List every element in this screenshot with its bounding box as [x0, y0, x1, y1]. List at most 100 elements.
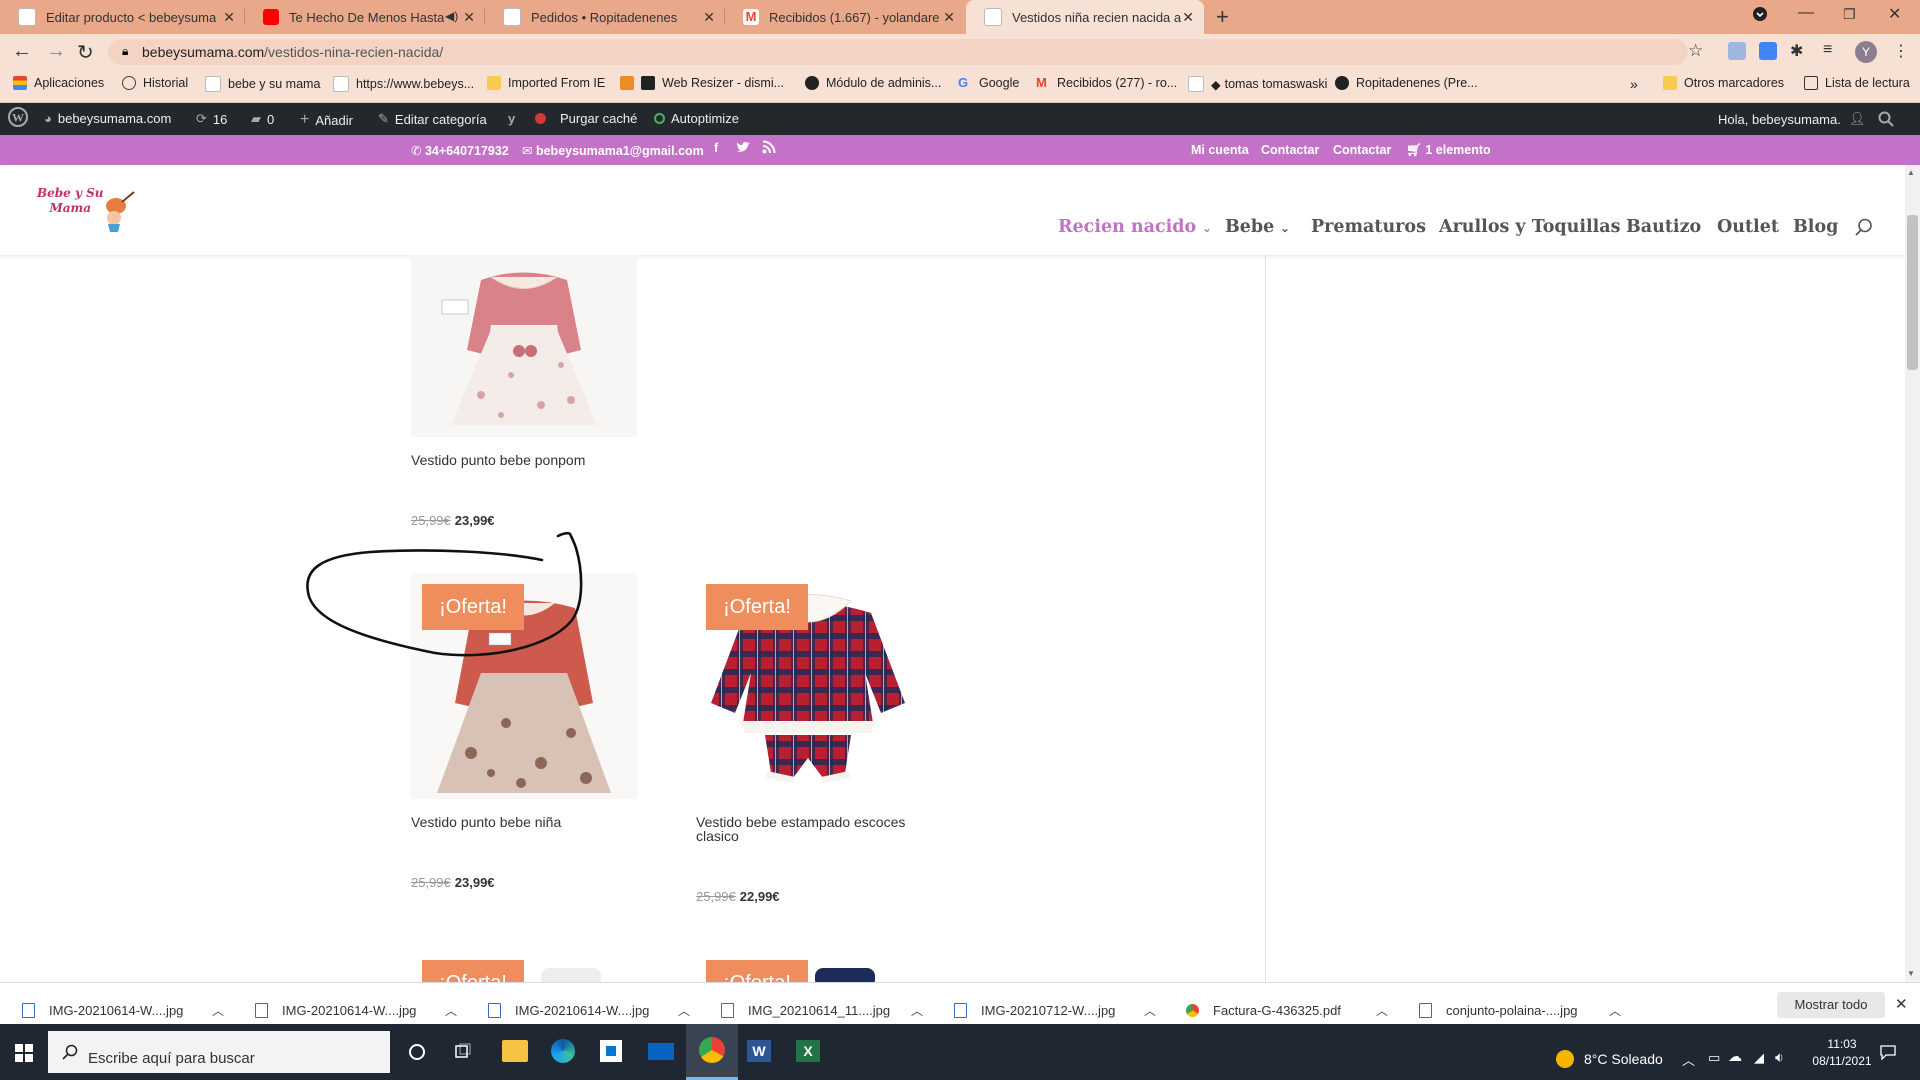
wp-purge-cache[interactable]: Purgar caché — [535, 111, 637, 126]
bookmark-modulo-admin[interactable]: Módulo de adminis... — [805, 76, 941, 90]
bookmark-tomas[interactable]: ◆ tomas tomaswaski — [1188, 76, 1327, 92]
twitter-icon[interactable] — [736, 141, 751, 157]
close-tab-icon[interactable]: ✕ — [943, 9, 955, 26]
profile-avatar[interactable]: Y — [1855, 41, 1877, 63]
word-icon[interactable]: W — [747, 1040, 771, 1062]
nav-blog[interactable]: Blog — [1793, 217, 1838, 237]
facebook-icon[interactable]: f — [714, 141, 718, 155]
chrome-taskbar-active[interactable] — [686, 1024, 738, 1080]
url-text[interactable]: bebeysumama.com/vestidos-nina-recien-nac… — [142, 44, 443, 60]
restore-icon[interactable]: ❐ — [1843, 6, 1856, 23]
download-item[interactable]: IMG-20210712-W....jpg ︿ — [954, 1003, 1156, 1018]
wp-my-account[interactable]: Hola, bebeysumama. 👤︎ — [1718, 111, 1871, 127]
close-window-icon[interactable]: ✕ — [1888, 4, 1901, 24]
mail-icon[interactable] — [648, 1043, 674, 1060]
download-item[interactable]: Factura-G-436325.pdf ︿ — [1186, 1003, 1388, 1018]
nav-outlet[interactable]: Outlet — [1717, 217, 1779, 237]
task-view-icon[interactable] — [454, 1043, 472, 1066]
minimize-icon[interactable]: — — [1798, 4, 1814, 22]
scroll-up-icon[interactable]: ▲ — [1907, 168, 1915, 177]
download-item[interactable]: conjunto-polaina-....jpg ︿ — [1419, 1003, 1621, 1018]
phone-link[interactable]: ✆ 34+640717932 — [411, 143, 509, 158]
close-tab-icon[interactable]: ✕ — [223, 9, 235, 26]
chevron-up-icon[interactable]: ︿ — [911, 1002, 923, 1019]
chevron-up-icon[interactable]: ︿ — [1376, 1002, 1388, 1019]
wp-autoptimize[interactable]: Autoptimize — [654, 111, 739, 126]
chevron-up-icon[interactable]: ︿ — [445, 1002, 457, 1019]
wp-updates[interactable]: ⟳ 16 — [196, 111, 227, 127]
translate-icon[interactable] — [1759, 42, 1777, 60]
rss-icon[interactable] — [762, 140, 776, 157]
meet-icon[interactable]: ▭ — [1708, 1050, 1720, 1066]
reading-list[interactable]: Lista de lectura — [1804, 76, 1910, 90]
close-downloads-icon[interactable]: ✕ — [1895, 995, 1908, 1013]
taskbar-search-placeholder[interactable]: Escribe aquí para buscar — [88, 1050, 255, 1067]
speaker-icon[interactable]: ◀) — [445, 9, 458, 23]
bookmark-bebeys-url[interactable]: https://www.bebeys... — [333, 76, 474, 92]
product-name[interactable]: Vestido punto bebe ponpom — [411, 453, 651, 467]
notifications-icon[interactable] — [1880, 1044, 1896, 1063]
excel-icon[interactable]: X — [796, 1040, 820, 1062]
wp-add-new[interactable]: + Añadir — [300, 111, 353, 129]
wp-site-name[interactable]: ◕ bebeysumama.com — [44, 111, 171, 126]
cart-link[interactable]: 🛒︎ 1 elemento — [1406, 143, 1491, 158]
product-image-partial[interactable]: ¡Oferta! — [695, 958, 921, 982]
bookmark-ropitadenenes[interactable]: Ropitadenenes (Pre... — [1335, 76, 1478, 90]
bookmark-apps[interactable]: Aplicaciones — [13, 76, 104, 90]
nav-recien-nacido[interactable]: Recien nacido ⌄ — [1058, 217, 1212, 237]
bookmark-google[interactable]: G Google — [958, 76, 1019, 91]
email-link[interactable]: ✉ bebeysumama1@gmail.com — [522, 143, 704, 158]
my-account-link[interactable]: Mi cuenta — [1191, 143, 1249, 157]
chevron-up-icon[interactable]: ︿ — [1609, 1002, 1621, 1019]
product-name[interactable]: Vestido punto bebe niña — [411, 815, 651, 829]
download-item[interactable]: IMG-20210614-W....jpg ︿ — [488, 1003, 690, 1018]
network-icon[interactable]: ◢ — [1754, 1050, 1764, 1066]
scroll-down-icon[interactable]: ▼ — [1907, 969, 1915, 978]
chevron-up-icon[interactable]: ︿ — [678, 1002, 690, 1019]
close-tab-icon[interactable]: ✕ — [703, 9, 715, 26]
nav-bebe[interactable]: Bebe ⌄ — [1225, 217, 1290, 237]
new-tab-button[interactable]: + — [1216, 4, 1229, 30]
volume-icon[interactable]: 🔉︎ — [1775, 1049, 1784, 1066]
chevron-up-icon[interactable]: ︿ — [212, 1002, 224, 1019]
contact-link-2[interactable]: Contactar — [1333, 143, 1391, 157]
kebab-menu-icon[interactable]: ⋮ — [1893, 41, 1909, 61]
chevron-up-icon[interactable]: ︿ — [1144, 1002, 1156, 1019]
bookmark-otros[interactable]: Otros marcadores — [1663, 76, 1784, 90]
wp-search-icon[interactable] — [1878, 111, 1894, 127]
yoast-icon[interactable]: y — [508, 111, 521, 126]
site-logo[interactable]: Bebe y Su Mama — [32, 180, 135, 236]
product-name[interactable]: Vestido bebe estampado escoces clasico — [696, 815, 936, 843]
extensions-puzzle-icon[interactable]: ✱ — [1790, 41, 1803, 61]
onedrive-icon[interactable]: ☁ — [1728, 1048, 1742, 1065]
tab-pedidos[interactable]: Pedidos • Ropitadenenes ✕ — [485, 0, 725, 34]
reload-icon[interactable]: ↻ — [77, 40, 94, 65]
forward-icon[interactable]: → — [46, 40, 66, 63]
close-tab-icon[interactable]: ✕ — [463, 9, 475, 26]
bookmark-recibidos[interactable]: M Recibidos (277) - ro... — [1036, 76, 1177, 91]
scrollbar-thumb[interactable] — [1907, 215, 1918, 370]
show-all-downloads-button[interactable]: Mostrar todo — [1777, 992, 1885, 1018]
wordpress-logo-icon[interactable]: W — [8, 107, 28, 127]
edge-browser-icon[interactable] — [551, 1039, 575, 1063]
product-image-partial[interactable]: ¡Oferta! — [411, 958, 637, 982]
store-icon[interactable] — [600, 1040, 622, 1062]
tab-search-icon[interactable] — [1752, 6, 1768, 27]
bookmarks-overflow-icon[interactable]: » — [1630, 76, 1638, 92]
bookmark-web-resizer[interactable]: Web Resizer - dismi... — [620, 76, 784, 90]
tab-youtube[interactable]: Te Hecho De Menos Hasta M ◀) ✕ — [245, 0, 485, 34]
wp-edit-category[interactable]: ✎ Editar categoría — [378, 111, 487, 127]
tab-editar-producto[interactable]: Editar producto < bebeysumama ✕ — [0, 0, 245, 34]
bookmark-historial[interactable]: Historial — [122, 76, 188, 90]
cortana-icon[interactable] — [408, 1043, 426, 1066]
download-item[interactable]: IMG-20210614-W....jpg ︿ — [255, 1003, 457, 1018]
wp-comments[interactable]: ▰ 0 — [251, 111, 274, 127]
weather-text[interactable]: 8°C Soleado — [1584, 1051, 1663, 1067]
lock-icon[interactable]: 🔒︎ — [122, 44, 128, 59]
file-explorer-icon[interactable] — [502, 1040, 528, 1062]
clock[interactable]: 11:03 08/11/2021 — [1812, 1036, 1872, 1070]
bookmark-imported-ie[interactable]: Imported From IE — [487, 76, 605, 90]
download-item[interactable]: IMG-20210614-W....jpg ︿ — [22, 1003, 224, 1018]
media-control-icon[interactable]: ≡ — [1823, 41, 1832, 59]
bookmark-star-icon[interactable]: ☆ — [1688, 41, 1703, 61]
